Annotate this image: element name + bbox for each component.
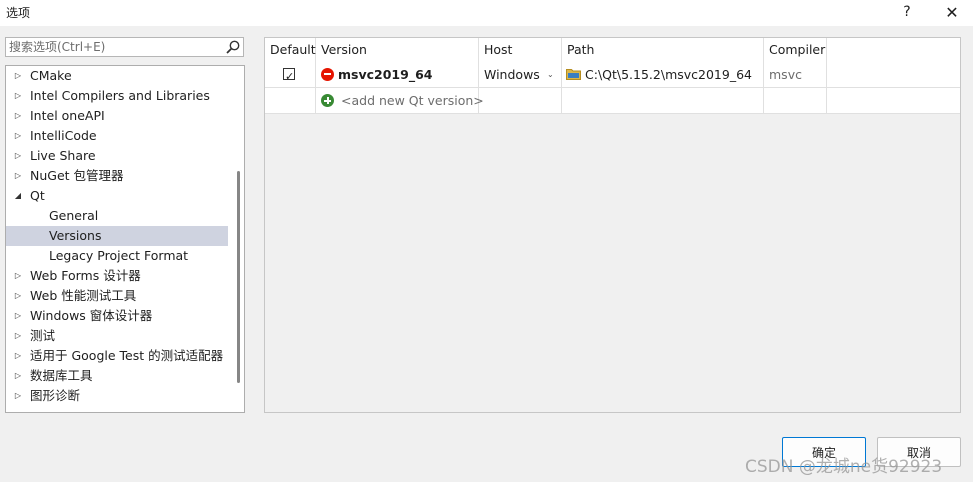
- add-icon: [321, 94, 334, 107]
- expand-arrow-icon[interactable]: ▷: [12, 386, 24, 406]
- tree-item-web-forms[interactable]: ▷ Web Forms 设计器: [6, 266, 228, 286]
- host-cell: [479, 88, 562, 113]
- path-cell[interactable]: C:\Qt\5.15.2\msvc2019_64: [562, 62, 764, 87]
- tree-item-label: 图形诊断: [30, 388, 81, 403]
- tree-item-label: IntelliCode: [30, 128, 97, 143]
- options-tree: ▷ CMake ▷ Intel Compilers and Libraries …: [5, 65, 245, 413]
- tree-item-label: Qt: [30, 188, 45, 203]
- host-value: Windows: [484, 67, 540, 82]
- add-version-cell[interactable]: <add new Qt version>: [316, 88, 484, 113]
- column-header-default[interactable]: Default: [265, 38, 316, 62]
- filler-cell: [827, 62, 960, 87]
- tree-item-intellicode[interactable]: ▷ IntelliCode: [6, 126, 228, 146]
- version-cell[interactable]: msvc2019_64: [316, 62, 479, 87]
- expand-arrow-icon[interactable]: ▷: [12, 166, 24, 186]
- checkmark-icon: ✓: [285, 70, 295, 83]
- add-version-row[interactable]: <add new Qt version>: [265, 88, 960, 114]
- tree-item-label: NuGet 包管理器: [30, 168, 124, 183]
- expand-arrow-icon[interactable]: ▷: [12, 106, 24, 126]
- host-cell[interactable]: Windows ⌄: [479, 62, 562, 87]
- window-title: 选项: [6, 6, 31, 20]
- tree-item-test[interactable]: ▷ 测试: [6, 326, 228, 346]
- column-header-path[interactable]: Path: [562, 38, 764, 62]
- tree-item-intel-oneapi[interactable]: ▷ Intel oneAPI: [6, 106, 228, 126]
- tree-item-label: Versions: [49, 228, 102, 243]
- chevron-down-icon[interactable]: ⌄: [547, 62, 554, 87]
- expand-arrow-icon[interactable]: ▷: [12, 366, 24, 386]
- search-box: [5, 37, 244, 57]
- close-button[interactable]: ✕: [935, 0, 969, 24]
- tree-item-database-tools[interactable]: ▷ 数据库工具: [6, 366, 228, 386]
- tree-item-label: Windows 窗体设计器: [30, 308, 153, 323]
- expand-arrow-icon[interactable]: ▷: [12, 326, 24, 346]
- tree-item-qt-versions[interactable]: Versions: [6, 226, 228, 246]
- tree-item-web-perf[interactable]: ▷ Web 性能测试工具: [6, 286, 228, 306]
- qt-versions-panel: Default Version Host Path Compiler ✓ msv…: [264, 37, 961, 413]
- help-button[interactable]: ?: [890, 0, 924, 24]
- folder-icon: [566, 69, 581, 80]
- tree-item-label: 数据库工具: [30, 368, 93, 383]
- table-header: Default Version Host Path Compiler: [265, 38, 960, 63]
- expand-arrow-icon[interactable]: ▷: [12, 266, 24, 286]
- tree-item-label: 测试: [30, 328, 56, 343]
- tree-item-qt[interactable]: ◢ Qt: [6, 186, 228, 206]
- tree-item-label: Web 性能测试工具: [30, 288, 137, 303]
- tree-item-intel-compilers[interactable]: ▷ Intel Compilers and Libraries: [6, 86, 228, 106]
- expand-arrow-icon[interactable]: ▷: [12, 126, 24, 146]
- search-icon[interactable]: [225, 39, 241, 55]
- compiler-cell: msvc: [764, 62, 827, 87]
- tree-item-cmake[interactable]: ▷ CMake: [6, 66, 228, 86]
- expand-arrow-icon[interactable]: ▷: [12, 66, 24, 86]
- filler-cell: [827, 88, 960, 113]
- expand-arrow-icon[interactable]: ▷: [12, 346, 24, 366]
- tree-item-windows-forms[interactable]: ▷ Windows 窗体设计器: [6, 306, 228, 326]
- error-icon: [321, 68, 334, 81]
- tree-item-label: Live Share: [30, 148, 96, 163]
- expand-arrow-icon[interactable]: ▷: [12, 86, 24, 106]
- tree-scrollbar[interactable]: [237, 171, 240, 383]
- tree-item-label: Legacy Project Format: [49, 248, 189, 263]
- path-cell: [562, 88, 764, 113]
- tree-item-qt-legacy-format[interactable]: Legacy Project Format: [6, 246, 228, 266]
- tree-item-graphics-diagnostics[interactable]: ▷ 图形诊断: [6, 386, 228, 406]
- title-bar: 选项 ? ✕: [0, 0, 973, 26]
- column-header-host[interactable]: Host: [479, 38, 562, 62]
- expand-arrow-icon[interactable]: ▷: [12, 146, 24, 166]
- tree-item-label: CMake: [30, 68, 72, 83]
- watermark: CSDN @龙城ne货92923: [745, 457, 943, 477]
- column-header-compiler[interactable]: Compiler: [764, 38, 827, 62]
- tree-item-label: Web Forms 设计器: [30, 268, 141, 283]
- expand-arrow-icon[interactable]: ▷: [12, 286, 24, 306]
- default-checkbox[interactable]: ✓: [283, 68, 295, 83]
- tree-item-qt-general[interactable]: General: [6, 206, 228, 226]
- tree-item-label: Intel Compilers and Libraries: [30, 88, 210, 103]
- tree-item-label: 适用于 Google Test 的测试适配器: [30, 348, 224, 363]
- tree-item-google-test[interactable]: ▷ 适用于 Google Test 的测试适配器: [6, 346, 228, 366]
- collapse-arrow-icon[interactable]: ◢: [12, 186, 24, 206]
- column-header-version[interactable]: Version: [316, 38, 479, 62]
- version-name: msvc2019_64: [338, 67, 433, 82]
- path-value: C:\Qt\5.15.2\msvc2019_64: [585, 67, 752, 82]
- search-input[interactable]: [9, 40, 219, 54]
- add-version-label: <add new Qt version>: [341, 93, 484, 108]
- expand-arrow-icon[interactable]: ▷: [12, 306, 24, 326]
- tree-item-label: Intel oneAPI: [30, 108, 105, 123]
- compiler-cell: [764, 88, 827, 113]
- default-cell: ✓: [265, 62, 316, 87]
- default-cell: [265, 88, 316, 113]
- tree-item-live-share[interactable]: ▷ Live Share: [6, 146, 228, 166]
- tree-item-nuget[interactable]: ▷ NuGet 包管理器: [6, 166, 228, 186]
- table-row[interactable]: ✓ msvc2019_64 Windows ⌄ C:\Qt\5.15.2\msv…: [265, 62, 960, 88]
- column-header-filler: [827, 38, 960, 62]
- tree-item-label: General: [49, 208, 99, 223]
